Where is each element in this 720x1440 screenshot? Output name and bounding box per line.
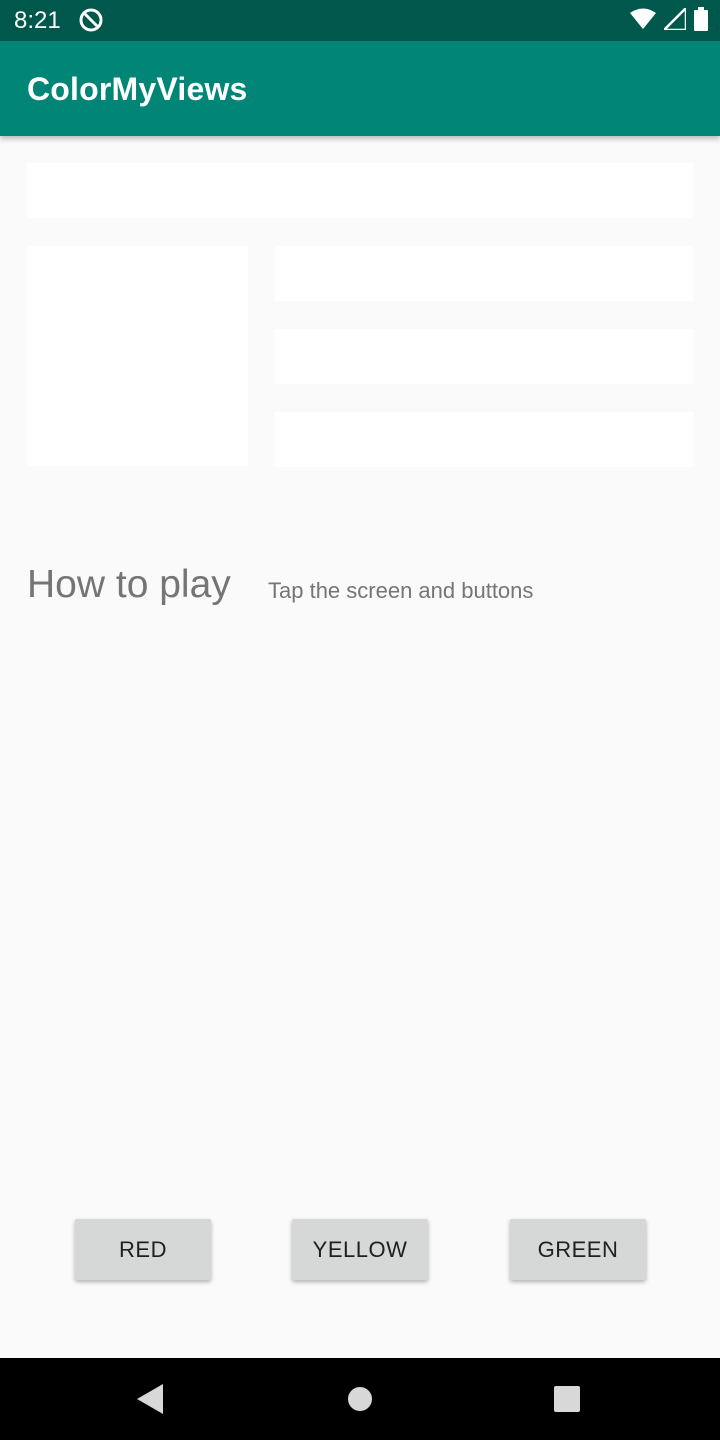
battery-icon: [694, 6, 708, 36]
recents-icon[interactable]: [537, 1358, 597, 1440]
signal-icon: [660, 4, 688, 35]
red-button[interactable]: RED: [75, 1219, 211, 1280]
box-three[interactable]: [275, 246, 693, 301]
box-one[interactable]: [27, 163, 693, 218]
status-bar: 8:21: [0, 0, 720, 41]
home-icon[interactable]: [330, 1358, 390, 1440]
app-bar: ColorMyViews: [0, 41, 720, 136]
green-button[interactable]: GREEN: [510, 1219, 646, 1280]
box-four[interactable]: [275, 329, 693, 384]
wifi-icon: [630, 8, 656, 35]
box-two[interactable]: [27, 246, 248, 466]
box-five[interactable]: [275, 412, 693, 467]
status-time: 8:21: [14, 7, 61, 34]
navigation-bar: [0, 1358, 720, 1440]
how-to-play-text[interactable]: Tap the screen and buttons: [268, 578, 533, 604]
sync-icon: [78, 7, 104, 33]
back-icon[interactable]: [120, 1358, 180, 1440]
how-to-play-label[interactable]: How to play: [27, 563, 231, 607]
app-title: ColorMyViews: [27, 71, 248, 107]
yellow-button[interactable]: YELLOW: [292, 1219, 428, 1280]
